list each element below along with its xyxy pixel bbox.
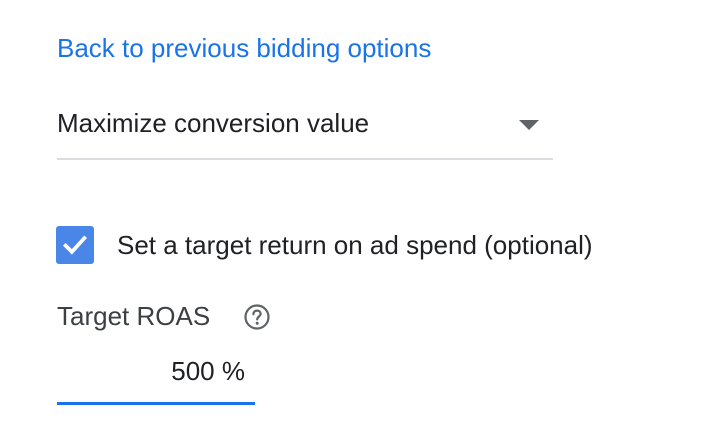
target-roas-checkbox[interactable] xyxy=(56,226,94,264)
back-to-bidding-options-link[interactable]: Back to previous bidding options xyxy=(57,30,431,66)
target-roas-label: Target ROAS xyxy=(57,301,211,331)
bidding-strategy-dropdown[interactable]: Maximize conversion value xyxy=(57,100,553,160)
target-roas-value: 500 % xyxy=(171,356,245,386)
target-roas-input[interactable]: 500 % xyxy=(57,350,255,405)
checkmark-icon xyxy=(62,235,88,255)
target-roas-checkbox-label: Set a target return on ad spend (optiona… xyxy=(117,230,593,260)
arrow-drop-down-icon xyxy=(519,120,539,130)
help-circle-icon[interactable] xyxy=(243,303,271,331)
bidding-strategy-selected-value: Maximize conversion value xyxy=(57,108,370,138)
